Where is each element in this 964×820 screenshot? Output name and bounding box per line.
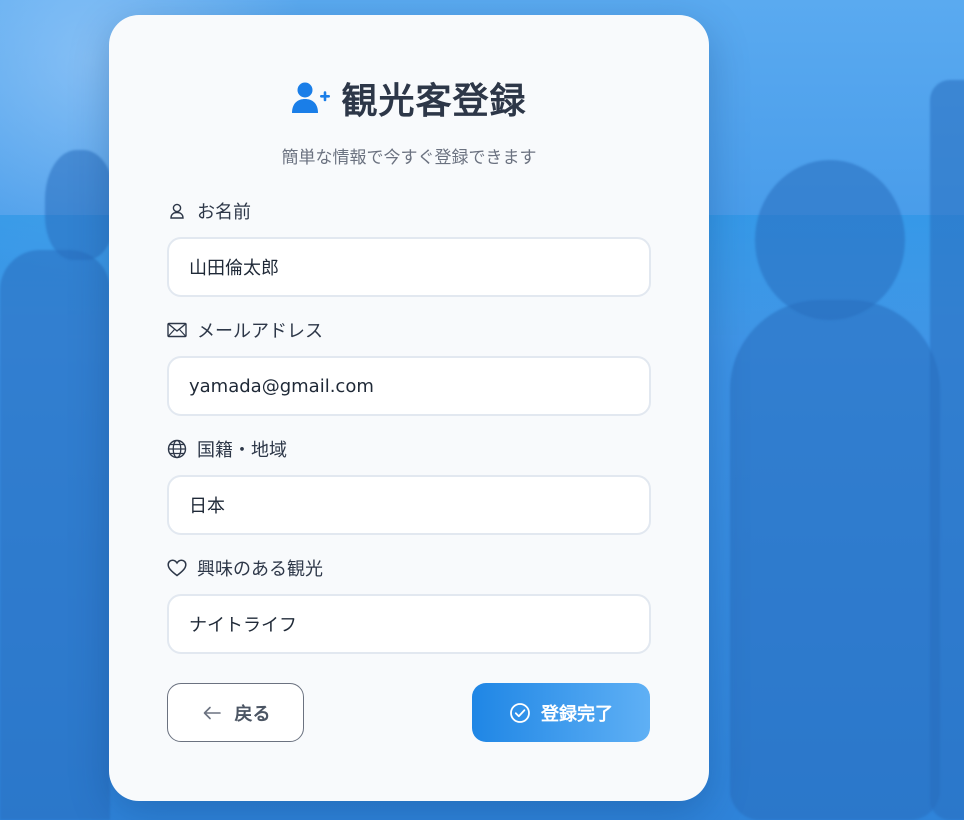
email-input[interactable] [167,356,651,416]
nationality-label: 国籍・地域 [167,437,651,461]
name-label: お名前 [167,199,651,223]
background-person-right [730,300,940,820]
check-circle-icon [509,702,531,724]
arrow-left-icon [201,702,223,724]
nationality-input[interactable] [167,475,651,535]
background-person-right-head [755,160,905,320]
email-label: メールアドレス [167,318,651,342]
email-label-text: メールアドレス [197,321,323,342]
back-button[interactable]: 戻る [167,683,304,742]
page-title: 観光客登録 [341,81,527,122]
name-input[interactable] [167,237,651,297]
submit-button[interactable]: 登録完了 [472,683,650,742]
heart-icon [167,558,187,578]
globe-icon [167,439,187,459]
email-field: メールアドレス [167,318,651,416]
page-title-row: 観光客登録 [109,75,709,122]
envelope-icon [167,320,187,340]
nationality-label-text: 国籍・地域 [197,440,287,461]
interest-field: 興味のある観光 [167,556,651,654]
name-field: お名前 [167,199,651,297]
user-plus-icon [291,81,331,115]
nationality-field: 国籍・地域 [167,437,651,535]
page-subtitle: 簡単な情報で今すぐ登録できます [281,148,537,168]
interest-input[interactable] [167,594,651,654]
registration-card: 観光客登録 簡単な情報で今すぐ登録できます お名前 山田倫太郎 メールアドレス … [109,15,709,801]
submit-button-label: 登録完了 [541,703,613,725]
background-person-edge [930,80,964,820]
interest-label: 興味のある観光 [167,556,651,580]
user-icon [167,201,187,221]
background-person-left-head [45,150,115,260]
background-person-left [0,250,110,820]
name-label-text: お名前 [197,202,251,223]
interest-label-text: 興味のある観光 [197,559,323,580]
back-button-label: 戻る [234,703,271,725]
